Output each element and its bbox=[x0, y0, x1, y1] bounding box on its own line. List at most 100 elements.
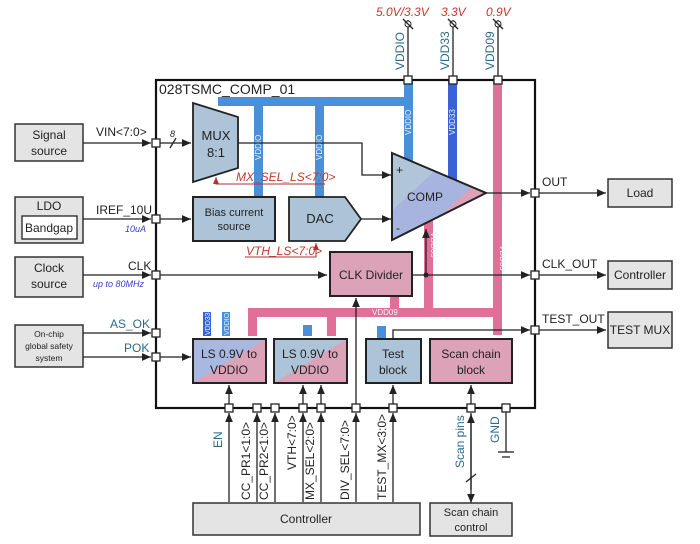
pok-label: POK bbox=[124, 341, 149, 355]
supply-vdd33: 3.3V VDD33 bbox=[438, 5, 467, 85]
rail-label-ls-vddio: VDDIO bbox=[224, 312, 231, 335]
svg-text:control: control bbox=[454, 522, 487, 534]
svg-text:Scan chain: Scan chain bbox=[444, 507, 498, 519]
level-shifter-2-block: LS 0.9V to VDDIO bbox=[273, 338, 348, 384]
svg-text:LS 0.9V to: LS 0.9V to bbox=[201, 347, 257, 361]
rail-label-vdd09-comp: VDD09 bbox=[429, 232, 438, 258]
svg-text:+: + bbox=[396, 163, 403, 177]
level-shifter-1-block: LS 0.9V to VDDIO bbox=[192, 338, 267, 384]
supply-vddio: 5.0V/3.3V VDDIO bbox=[376, 5, 430, 85]
svg-text:8:1: 8:1 bbox=[207, 145, 225, 160]
vddio-pin-label: VDDIO bbox=[393, 32, 407, 70]
ground-icon bbox=[498, 451, 514, 458]
pin-as-ok bbox=[151, 328, 161, 338]
mx-sel-ls-label: MX_SEL_LS<7:0> bbox=[236, 170, 335, 184]
bias-current-block: Bias current source bbox=[192, 196, 276, 242]
rail-label-vddio-mux: VDDIO bbox=[254, 135, 263, 160]
pin-clk-out bbox=[530, 270, 540, 280]
cc-pr2-label: CC_PR2<1:0> bbox=[257, 422, 271, 500]
dac-block: DAC bbox=[288, 196, 363, 242]
clock-source-block: Clock source bbox=[14, 256, 84, 298]
rail-label-vddio-main: VDDIO bbox=[404, 110, 413, 135]
vddio-voltage: 5.0V/3.3V bbox=[376, 5, 430, 19]
svg-text:DAC: DAC bbox=[306, 211, 333, 226]
vdd09-rail bbox=[248, 80, 502, 336]
svg-text:source: source bbox=[31, 277, 67, 291]
svg-text:On-chip: On-chip bbox=[34, 329, 64, 339]
mx-sel-label: MX_SEL<2:0> bbox=[303, 422, 317, 500]
iref-note: 10uA bbox=[125, 224, 146, 234]
svg-text:-: - bbox=[396, 221, 400, 235]
svg-text:Load: Load bbox=[627, 186, 654, 200]
gnd-label: GND bbox=[488, 416, 502, 443]
svg-text:MUX: MUX bbox=[202, 128, 231, 143]
svg-text:LDO: LDO bbox=[37, 199, 62, 213]
pin-pok bbox=[151, 352, 161, 362]
clk-label: CLK bbox=[128, 259, 151, 273]
rail-label-vdd09-right: VDD09 bbox=[498, 245, 507, 271]
signal-source-block: Signal source bbox=[14, 123, 84, 162]
pin-test-out bbox=[530, 325, 540, 335]
safety-system-block: On-chip global safety system bbox=[14, 324, 84, 368]
svg-text:global safety: global safety bbox=[25, 341, 73, 351]
load-block: Load bbox=[607, 178, 673, 208]
scan-pins-label: Scan pins bbox=[453, 415, 467, 468]
block-diagram: VDDIO VDDIO VDDIO VDD33 VDD09 VDD09 VDD0… bbox=[14, 5, 673, 537]
test-mx-label: TEST_MX<3:0> bbox=[375, 414, 389, 500]
svg-text:LS 0.9V to: LS 0.9V to bbox=[282, 347, 338, 361]
vdd33-pin-label: VDD33 bbox=[438, 31, 452, 70]
pin-iref bbox=[151, 214, 161, 224]
supply-vdd09: 0.9V VDD09 bbox=[483, 5, 512, 85]
svg-text:VDDIO: VDDIO bbox=[210, 363, 248, 377]
svg-text:source: source bbox=[31, 144, 67, 158]
test-block: Test block bbox=[365, 338, 422, 384]
svg-text:CLK Divider: CLK Divider bbox=[339, 268, 403, 282]
cc-pr1-label: CC_PR1<1:0> bbox=[239, 422, 253, 500]
clk-out-label: CLK_OUT bbox=[542, 257, 598, 271]
clk-divider-block: CLK Divider bbox=[329, 251, 413, 297]
div-sel-label: DIV_SEL<7:0> bbox=[338, 420, 352, 500]
scan-chain-control-block: Scan chain control bbox=[429, 502, 513, 537]
svg-text:system: system bbox=[36, 353, 63, 363]
rail-label-vdd33: VDD33 bbox=[448, 109, 457, 135]
svg-text:block: block bbox=[457, 363, 486, 377]
svg-text:VDDIO: VDDIO bbox=[291, 363, 329, 377]
vdd09-voltage: 0.9V bbox=[486, 5, 512, 19]
as-ok-label: AS_OK bbox=[110, 317, 150, 331]
pin-vin bbox=[151, 138, 161, 148]
svg-text:Controller: Controller bbox=[614, 268, 666, 282]
vth-ls-label: VTH_LS<7:0> bbox=[246, 244, 322, 258]
vdd09-pin-label: VDD09 bbox=[483, 31, 497, 70]
bus-width-label: 8 bbox=[170, 129, 175, 139]
controller-right-block: Controller bbox=[607, 260, 673, 290]
svg-text:Controller: Controller bbox=[280, 512, 332, 526]
svg-text:Bias current: Bias current bbox=[205, 207, 264, 219]
ldo-block: LDO Bandgap bbox=[14, 196, 84, 244]
chip-title: 028TSMC_COMP_01 bbox=[159, 81, 295, 97]
rail-label-vddio-dac: VDDIO bbox=[315, 135, 324, 160]
pin-clk bbox=[151, 270, 161, 280]
test-mux-block: TEST MUX bbox=[607, 311, 673, 349]
clk-note: up to 80MHz bbox=[93, 279, 145, 289]
svg-text:COMP: COMP bbox=[407, 190, 443, 204]
iref-label: IREF_10U bbox=[96, 203, 152, 217]
vth-label: VTH<7:0> bbox=[285, 415, 299, 470]
rail-label-ls-vdd33: VDD33 bbox=[205, 312, 212, 335]
svg-text:block: block bbox=[379, 363, 408, 377]
rail-label-vdd09-bus: VDD09 bbox=[372, 308, 398, 317]
svg-text:Test: Test bbox=[382, 347, 405, 361]
vin-label: VIN<7:0> bbox=[96, 125, 147, 139]
scan-chain-block: Scan chain block bbox=[429, 338, 513, 384]
mux-block: MUX 8:1 bbox=[192, 101, 239, 184]
svg-text:Scan chain: Scan chain bbox=[441, 347, 500, 361]
svg-text:source: source bbox=[217, 221, 250, 233]
controller-bottom-block: Controller bbox=[192, 502, 421, 536]
out-label: OUT bbox=[542, 175, 568, 189]
en-label: EN bbox=[211, 431, 225, 448]
svg-text:Signal: Signal bbox=[32, 128, 65, 142]
comparator-block: + - COMP bbox=[391, 151, 489, 242]
test-out-label: TEST_OUT bbox=[542, 312, 605, 326]
svg-text:Clock: Clock bbox=[34, 261, 65, 275]
pin-out bbox=[530, 188, 540, 198]
svg-text:Bandgap: Bandgap bbox=[25, 221, 73, 235]
